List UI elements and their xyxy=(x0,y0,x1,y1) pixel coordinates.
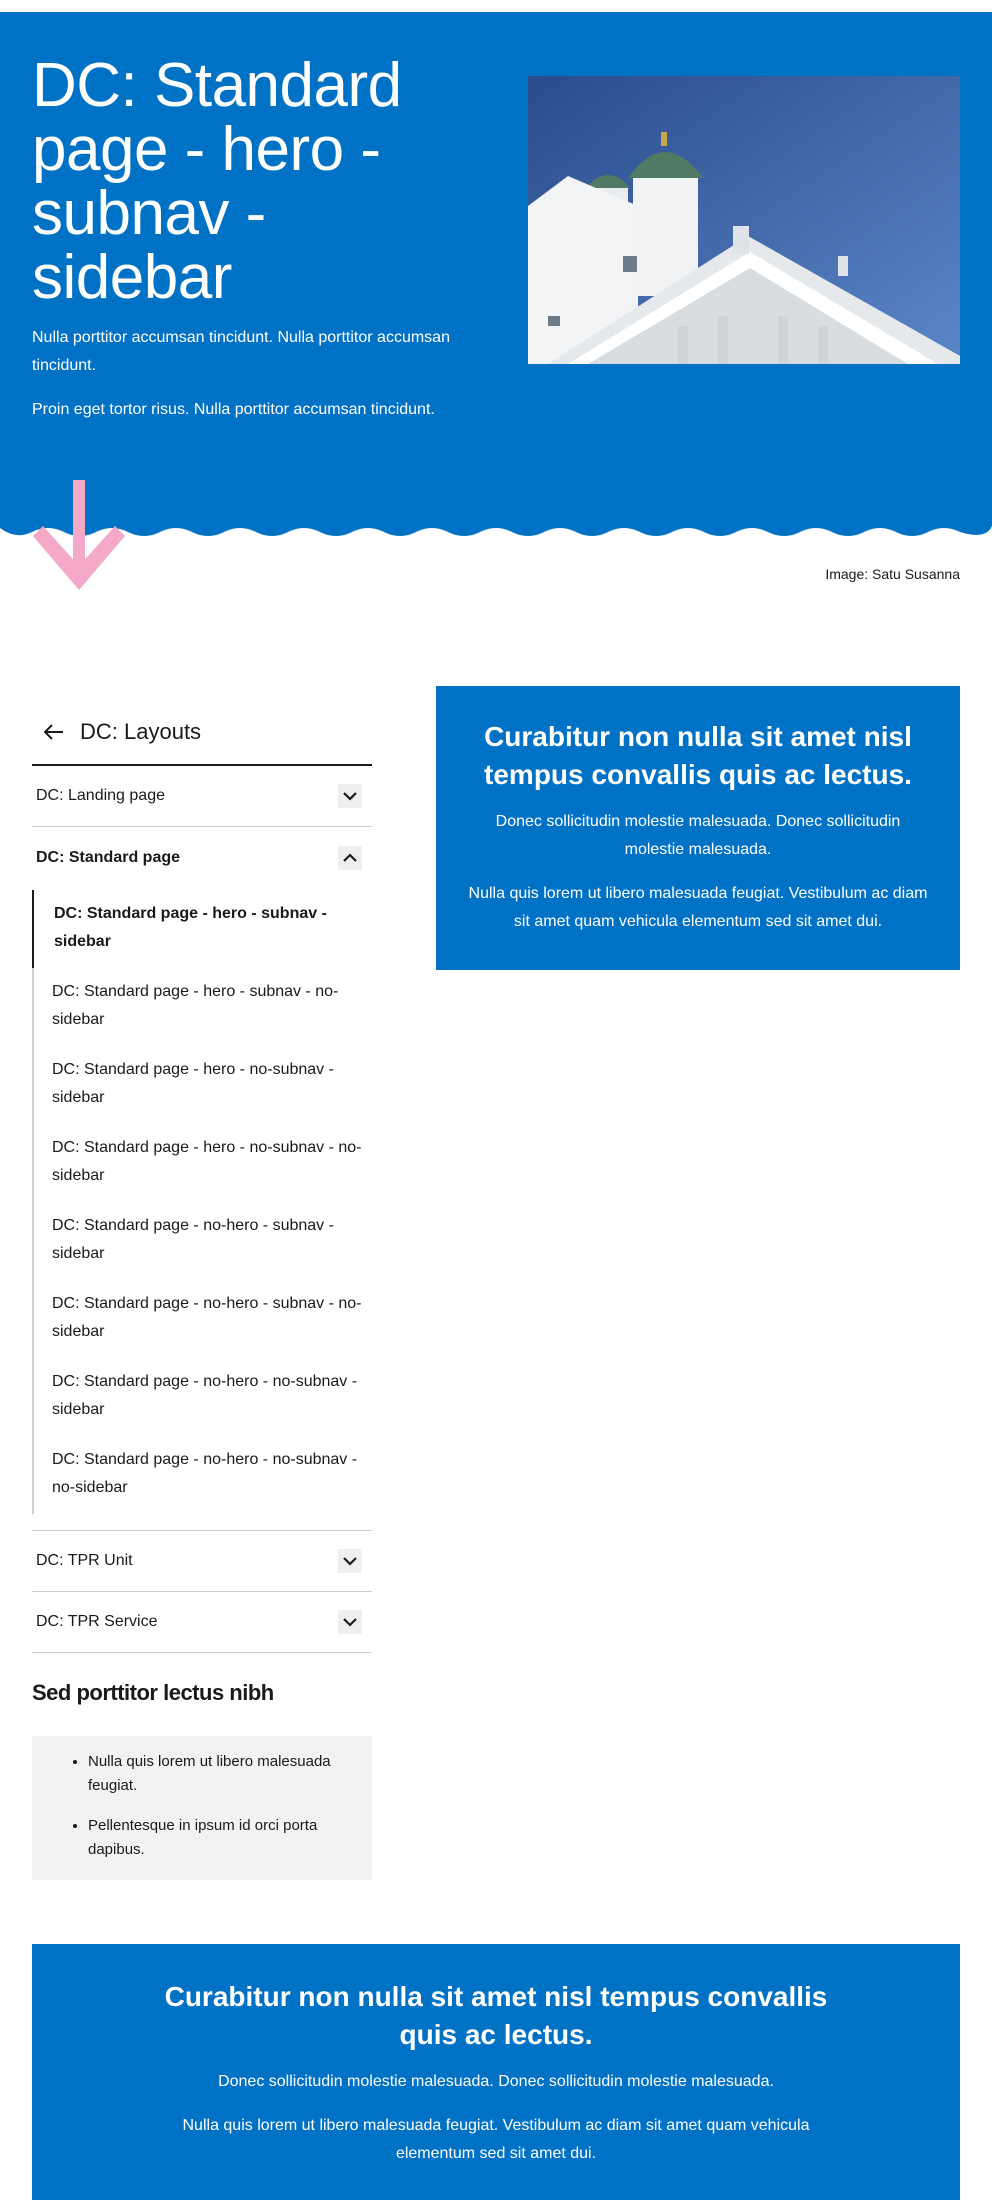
subnav-subitem-current[interactable]: DC: Standard page - hero - subnav - side… xyxy=(32,890,372,968)
koros-wave xyxy=(0,522,992,536)
hero-lead-paragraph: Nulla porttitor accumsan tincidunt. Null… xyxy=(32,329,450,374)
hero: DC: Standard page - hero - subnav - side… xyxy=(0,12,992,536)
chevron-down-icon[interactable] xyxy=(338,1610,362,1634)
nav-item-label: DC: TPR Service xyxy=(36,1613,158,1630)
nav-item-tpr-service[interactable]: DC: TPR Service xyxy=(32,1592,372,1653)
subnav-back-link[interactable]: DC: Layouts xyxy=(32,700,372,766)
nav-item-tpr-unit[interactable]: DC: TPR Unit xyxy=(32,1531,372,1592)
subnav-back-label: DC: Layouts xyxy=(80,719,202,744)
standard-page-subitems: DC: Standard page - hero - subnav - side… xyxy=(32,890,372,1514)
chevron-down-icon[interactable] xyxy=(338,784,362,808)
chevron-down-icon[interactable] xyxy=(338,1549,362,1573)
banner-title: Curabitur non nulla sit amet nisl tempus… xyxy=(484,721,912,790)
image-caption: Image: Satu Susanna xyxy=(825,566,960,582)
subnav-subitem[interactable]: DC: Standard page - no-hero - no-subnav … xyxy=(34,1436,372,1514)
bottom-banner: Curabitur non nulla sit amet nisl tempus… xyxy=(32,1944,960,2200)
subnav-subitem[interactable]: DC: Standard page - hero - subnav - no-s… xyxy=(34,968,372,1046)
side-navigation: DC: Layouts DC: Landing page DC: Standar… xyxy=(32,700,372,1653)
cathedral-image xyxy=(528,76,960,364)
back-arrow-icon xyxy=(32,710,76,754)
nav-item-label: DC: Standard page xyxy=(36,848,181,866)
subnav-subitem[interactable]: DC: Standard page - hero - no-subnav - n… xyxy=(34,1124,372,1202)
banner-title: Curabitur non nulla sit amet nisl tempus… xyxy=(164,1981,828,2050)
list-item: Pellentesque in ipsum id orci porta dapi… xyxy=(88,1814,348,1862)
hero-image xyxy=(528,76,960,364)
banner-paragraph: Donec sollicitudin molestie malesuada. D… xyxy=(218,2073,774,2090)
chevron-up-icon[interactable] xyxy=(338,845,362,870)
nav-item-landing-page[interactable]: DC: Landing page xyxy=(32,766,372,827)
nav-item-label: DC: Landing page xyxy=(36,787,165,804)
list-item: Nulla quis lorem ut libero malesuada feu… xyxy=(88,1750,348,1798)
sidebar-title: Sed porttitor lectus nibh xyxy=(32,1680,274,1705)
subnav-subitem[interactable]: DC: Standard page - no-hero - subnav - n… xyxy=(34,1280,372,1358)
subnav-subitem[interactable]: DC: Standard page - no-hero - subnav - s… xyxy=(34,1202,372,1280)
banner-paragraph: Nulla quis lorem ut libero malesuada feu… xyxy=(182,2117,810,2162)
banner-paragraph: Donec sollicitudin molestie malesuada. D… xyxy=(495,813,901,858)
arrow-down-icon xyxy=(33,480,125,590)
hero-paragraph: Proin eget tortor risus. Nulla porttitor… xyxy=(32,401,435,418)
sidebar-content: Nulla quis lorem ut libero malesuada feu… xyxy=(32,1736,372,1880)
subnav-subitem[interactable]: DC: Standard page - no-hero - no-subnav … xyxy=(34,1358,372,1436)
sidebar-list: Nulla quis lorem ut libero malesuada feu… xyxy=(88,1750,348,1862)
nav-item-standard-page[interactable]: DC: Standard page xyxy=(32,827,372,888)
content-banner: Curabitur non nulla sit amet nisl tempus… xyxy=(436,686,960,970)
subnav-subitem[interactable]: DC: Standard page - hero - no-subnav - s… xyxy=(34,1046,372,1124)
banner-paragraph: Nulla quis lorem ut libero malesuada feu… xyxy=(468,885,928,930)
page-title: DC: Standard page - hero - subnav - side… xyxy=(32,51,402,312)
nav-item-label: DC: TPR Unit xyxy=(36,1552,133,1569)
